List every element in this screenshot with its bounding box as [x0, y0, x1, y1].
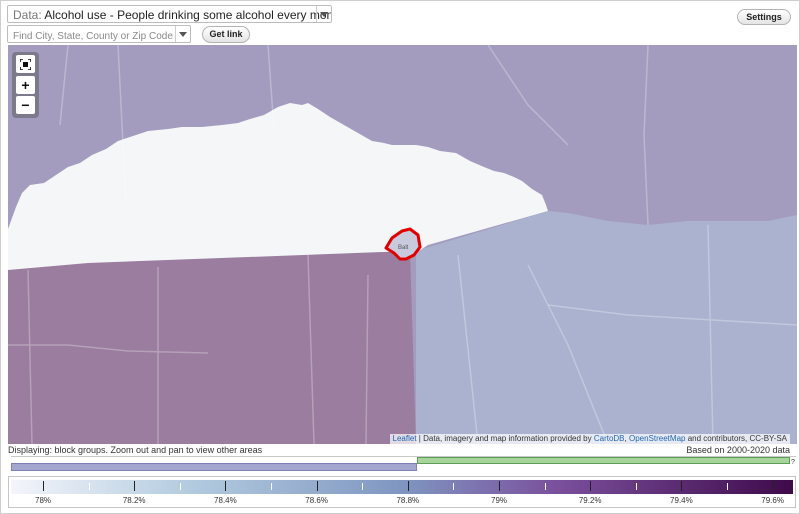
legend-major-tick — [681, 481, 683, 491]
cartodb-link[interactable]: CartoDB — [594, 434, 625, 443]
legend-label: 78.2% — [122, 496, 146, 505]
displaying-text: Displaying: block groups. Zoom out and p… — [8, 445, 263, 455]
legend-label: 79.2% — [578, 496, 602, 505]
chevron-down-icon[interactable] — [316, 6, 331, 22]
location-search-field[interactable] — [7, 25, 191, 45]
legend-label: 79% — [490, 496, 508, 505]
based-on-text: Based on 2000-2020 data — [686, 445, 790, 455]
extent-icon — [20, 58, 31, 70]
settings-button[interactable]: Settings — [737, 9, 791, 25]
legend-major-tick — [499, 481, 500, 491]
legend-major-tick — [316, 481, 318, 491]
legend-minor-tick — [362, 483, 364, 490]
osm-link[interactable]: OpenStreetMap — [629, 434, 685, 443]
histogram-bar-high[interactable] — [417, 457, 790, 464]
legend-label: 78.6% — [305, 496, 328, 505]
zoom-out-button[interactable]: − — [16, 96, 35, 114]
get-link-button[interactable]: Get link — [202, 26, 250, 43]
plum-region[interactable] — [8, 251, 416, 444]
legend-minor-tick — [88, 483, 90, 490]
data-select[interactable]: Data: Alcohol use - People drinking some… — [7, 5, 332, 23]
legend-label: 78% — [34, 496, 52, 505]
legend-minor-tick — [727, 483, 728, 490]
legend-minor-tick — [544, 483, 546, 490]
fullscreen-extent-icon[interactable] — [16, 55, 35, 73]
map-attribution: Leaflet | Data, imagery and map informat… — [389, 434, 790, 444]
legend-major-tick — [407, 481, 409, 491]
legend-major-tick — [134, 481, 136, 491]
legend-major-tick — [43, 481, 44, 491]
histogram-help-marker[interactable]: ? — [791, 459, 795, 466]
chevron-down-icon[interactable] — [175, 26, 190, 42]
location-search-input[interactable] — [8, 28, 175, 45]
legend-gradient-bar — [11, 480, 793, 494]
color-legend: 78% 78.2% 78.4% 78.6% 78.8% 79% 79.2% 79.4% 79.6… — [8, 476, 796, 508]
leaflet-link[interactable]: Leaflet — [393, 434, 417, 443]
legend-label: 79.4% — [670, 496, 693, 505]
zoom-controls: + − — [12, 52, 39, 118]
legend-label: 78.4% — [214, 496, 237, 505]
place-label: Balt — [398, 245, 409, 251]
legend-major-tick — [225, 481, 227, 491]
legend-minor-tick — [179, 483, 181, 490]
attribution-text: | Data, imagery and map information prov… — [416, 434, 594, 443]
legend-major-tick — [772, 481, 774, 491]
data-select-prefix: Data: — [13, 8, 42, 22]
attribution-tail: and contributors, CC-BY-SA — [685, 434, 787, 443]
legend-minor-tick — [453, 483, 455, 490]
blue-region[interactable] — [416, 211, 797, 444]
legend-minor-tick — [635, 483, 637, 490]
legend-major-tick — [590, 481, 592, 491]
histogram-bar-low[interactable] — [11, 463, 417, 471]
zoom-in-button[interactable]: + — [16, 76, 35, 94]
legend-minor-tick — [271, 483, 272, 490]
legend-label: 78.8% — [396, 496, 420, 505]
data-select-value: Alcohol use - People drinking some alcoh… — [44, 8, 331, 22]
choropleth-map[interactable]: Balt — [8, 45, 797, 444]
map-regions: Balt — [8, 45, 797, 444]
legend-label: 79.6% — [761, 496, 784, 505]
